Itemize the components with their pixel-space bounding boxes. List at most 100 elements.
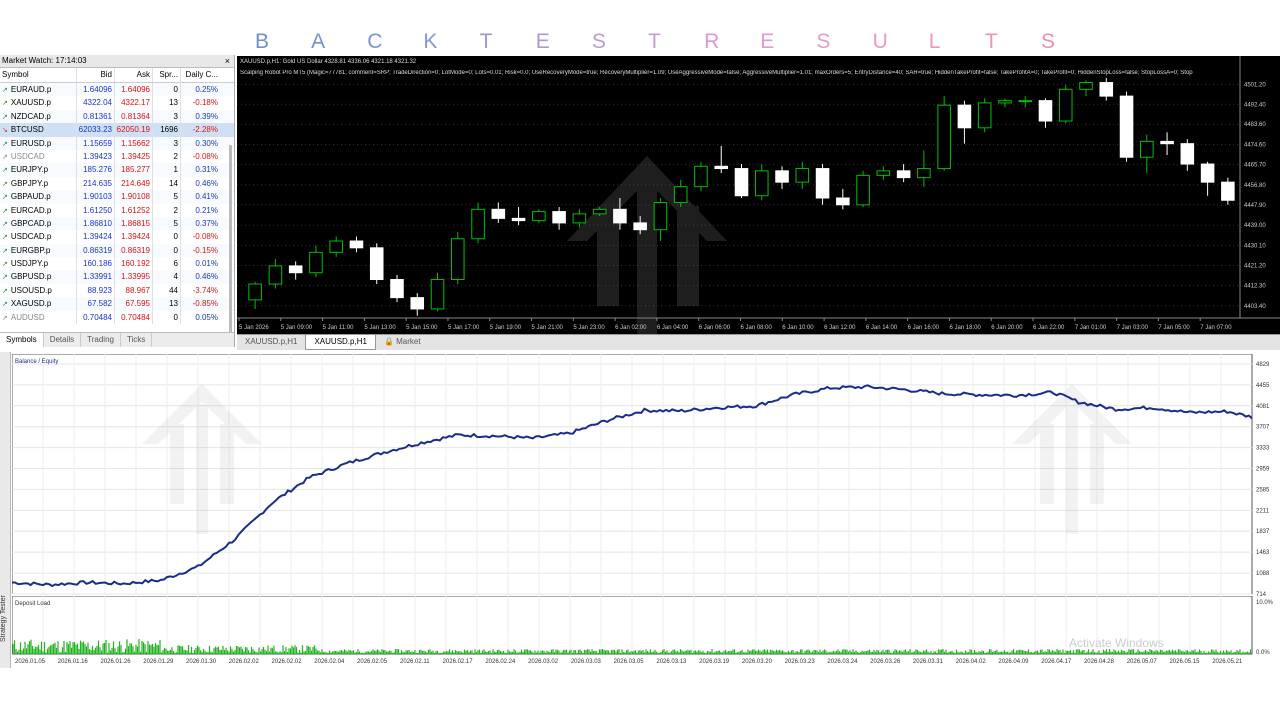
change-cell: 0.30% [195,138,218,148]
x-tick-label: 2026.05.15 [1169,659,1200,665]
bid-cell: 1.15659 [77,136,115,150]
candle-body [896,170,911,179]
market-watch-row[interactable]: ↗ EURAUD.p 1.64096 1.64096 0 0.25% [0,83,234,97]
column-spread[interactable]: Spr... [153,68,181,82]
y-tick-label: 4456.80 [1244,183,1266,189]
deposit-load-chart[interactable]: Deposit Load 10.0% 0.0% 2026.01.05 2026.01.1… [12,596,1280,666]
column-bid[interactable]: Bid [77,68,115,82]
chart-tab-1[interactable]: XAUUSD.p,H1 [237,335,305,350]
ask-cell: 0.86319 [115,243,153,258]
arrow-icon: ↗ [2,140,8,148]
title-letter: T [479,30,493,53]
market-watch-row[interactable]: ↗ EURCAD.p 1.61250 1.61252 2 0.21% [0,203,234,217]
change-cell: -0.85% [192,299,218,309]
market-watch-row[interactable]: ↗ GBPCAD.p 1.86810 1.86815 5 0.37% [0,216,234,231]
market-watch-row[interactable]: ↗ EURUSD.p 1.15659 1.15662 3 0.30% [0,136,234,150]
arrow-icon: ↘ [2,127,8,135]
x-tick-label: 7 Jan 07:00 [1200,325,1232,331]
tester-side-bar[interactable]: Strategy Tester [0,352,11,668]
x-tick-label: 2026.01.30 [186,659,217,665]
y-tick-label: 4501.20 [1244,82,1266,88]
candle-body [390,279,404,299]
change-cell: -3.74% [192,285,218,295]
bid-cell: 67.582 [77,297,115,311]
bid-cell: 1.86810 [77,216,115,231]
balance-legend: Balance / Equity [15,359,58,365]
balance-chart[interactable]: 4829 4455 4081 3707 3333 2959 2585 2211 1837 1463… [12,354,1280,598]
market-watch-row[interactable]: ↗ GBPJPY.p 214.635 214.649 14 0.46% [0,176,234,191]
x-tick-label: 5 Jan 17:00 [448,325,480,331]
x-tick-label: 2026.02.17 [443,659,474,665]
x-tick-label: 6 Jan 10:00 [782,325,814,331]
market-watch-row[interactable]: ↗ USOUSD.p 88.923 88.967 44 -3.74% [0,283,234,298]
spread-cell: 2 [153,203,181,217]
column-ask[interactable]: Ask [115,68,153,82]
change-cell: 0.37% [195,218,218,228]
symbol-cell: ↗ GBPCAD.p [0,216,77,231]
market-watch-row[interactable]: ↗ GBPAUD.p 1.90103 1.90108 5 0.41% [0,190,234,204]
house-logo-pillar [677,206,699,306]
x-tick-label: 5 Jan 19:00 [490,325,522,331]
ask-cell: 1.61252 [115,203,153,217]
tab-ticks[interactable]: Ticks [121,333,153,347]
price-chart[interactable]: 4501.20 4492.40 4483.60 4474.60 4465.70 4456.… [237,56,1280,334]
x-tick-label: 2026.01.26 [101,659,132,665]
title-letter: T [984,30,998,53]
chart-tab-2[interactable]: XAUUSD.p,H1 [305,335,376,350]
symbol-cell: ↗ GBPAUD.p [0,190,77,204]
symbol-cell: ↗ USDJPY.p [0,257,77,271]
market-watch-row[interactable]: ↗ EURJPY.p 185.276 185.277 1 0.31% [0,163,234,177]
spread-cell: 1 [153,163,181,177]
candle-body [572,213,587,224]
spread-cell: 0 [153,310,181,325]
x-tick-label: 2026.02.24 [485,659,516,665]
house-logo-pillar [1066,404,1078,534]
spread-cell: 13 [153,297,181,311]
scrollbar[interactable] [229,145,232,345]
ask-cell: 1.39424 [115,230,153,244]
market-watch-row[interactable]: ↗ GBPUSD.p 1.33991 1.33995 4 0.46% [0,270,234,284]
x-tick-label: 2026.01.29 [143,659,174,665]
ask-cell: 88.967 [115,283,153,298]
house-logo-pillar [196,404,208,534]
tab-trading[interactable]: Trading [81,333,121,347]
tab-details[interactable]: Details [44,333,82,347]
house-logo-pillar [170,424,184,504]
column-daily-change[interactable]: Daily C... [181,68,221,82]
y-tick-label: 1837 [1256,529,1270,535]
change-cell: 0.05% [195,312,218,322]
ask-cell: 1.64096 [115,83,153,97]
market-watch-row[interactable]: ↗ USDCAD 1.39423 1.39425 2 -0.08% [0,149,234,164]
market-watch-row[interactable]: ↘ BTCUSD 62033.23 62050.19 1696 -2.28% [0,123,234,137]
market-watch-row[interactable]: ↗ XAUUSD.p 4322.04 4322.17 13 -0.18% [0,96,234,110]
x-tick-label: 2026.03.20 [742,659,773,665]
tab-symbols[interactable]: Symbols [0,333,44,347]
change-cell: 0.01% [195,259,218,269]
market-watch-row[interactable]: ↗ EURGBP.p 0.86319 0.86319 0 -0.15% [0,243,234,258]
chart-tab-market[interactable]: 🔒 Market [376,335,429,350]
change-cell: -0.15% [192,245,218,255]
y-tick-label: 4447.90 [1244,203,1266,209]
title-letter: R [704,30,720,53]
market-watch-row[interactable]: ↗ AUDUSD 0.70484 0.70484 0 0.05% [0,310,234,325]
symbol-cell: ↗ EURJPY.p [0,163,77,177]
candle-body [248,283,262,301]
x-tick-label: 7 Jan 05:00 [1158,325,1190,331]
candle-body [592,208,607,215]
y-tick-label: 4455 [1256,383,1270,389]
symbol-cell: ↗ USDCAD [0,149,77,164]
candle-body [1221,181,1235,201]
market-watch-row[interactable]: ↗ USDCAD.p 1.39424 1.39424 0 -0.08% [0,230,234,244]
market-watch-row[interactable]: ↗ USDJPY.p 160.186 160.192 6 0.01% [0,257,234,271]
market-watch-row[interactable]: ↗ XAGUSD.p 67.582 67.595 13 -0.85% [0,297,234,311]
close-icon[interactable]: × [225,55,230,67]
x-tick-label: 2026.04.28 [1084,659,1115,665]
column-symbol[interactable]: Symbol [0,68,77,82]
title-letter: E [760,30,775,53]
symbol-name: NZDCAD.p [10,111,51,121]
market-watch-row[interactable]: ↗ NZDCAD.p 0.81361 0.81364 3 0.39% [0,109,234,124]
symbol-name: EURGBP.p [10,245,51,255]
symbol-cell: ↗ EURCAD.p [0,203,77,217]
candlestick-chart[interactable]: 4501.20 4492.40 4483.60 4474.60 4465.70 4456.… [237,56,1280,334]
candle-body [288,265,303,274]
